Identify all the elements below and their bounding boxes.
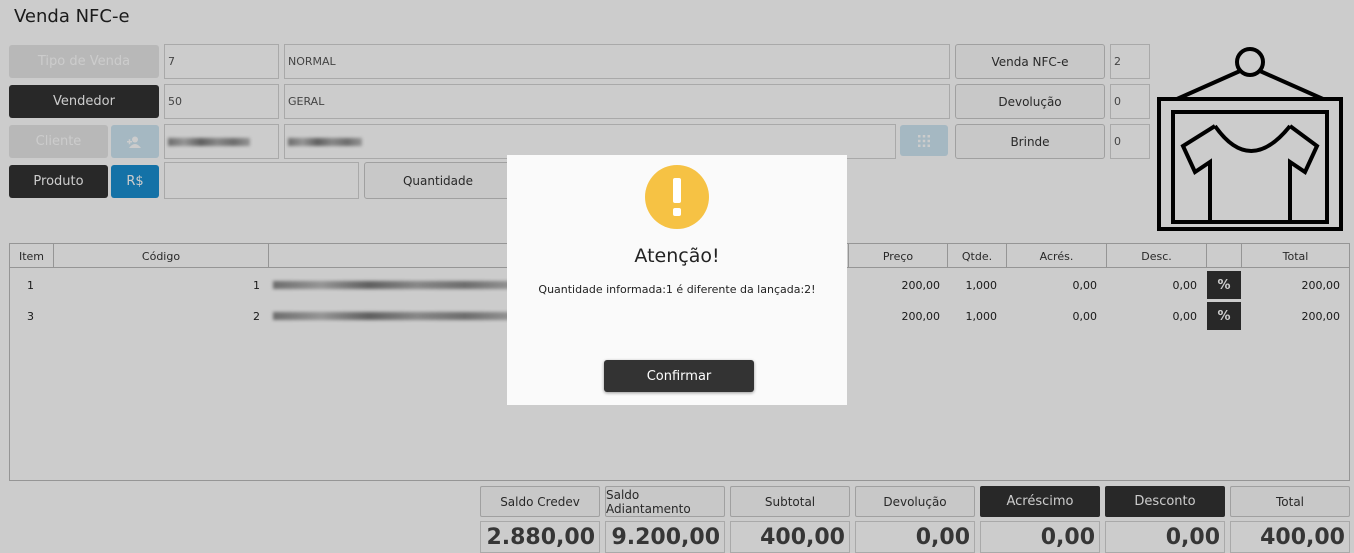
dialog-title: Atenção! (634, 245, 720, 267)
alert-dialog: Atenção! Quantidade informada:1 é difere… (507, 155, 847, 405)
confirm-button[interactable]: Confirmar (604, 360, 754, 392)
dialog-message: Quantidade informada:1 é diferente da la… (538, 283, 816, 296)
warning-icon (645, 165, 709, 229)
